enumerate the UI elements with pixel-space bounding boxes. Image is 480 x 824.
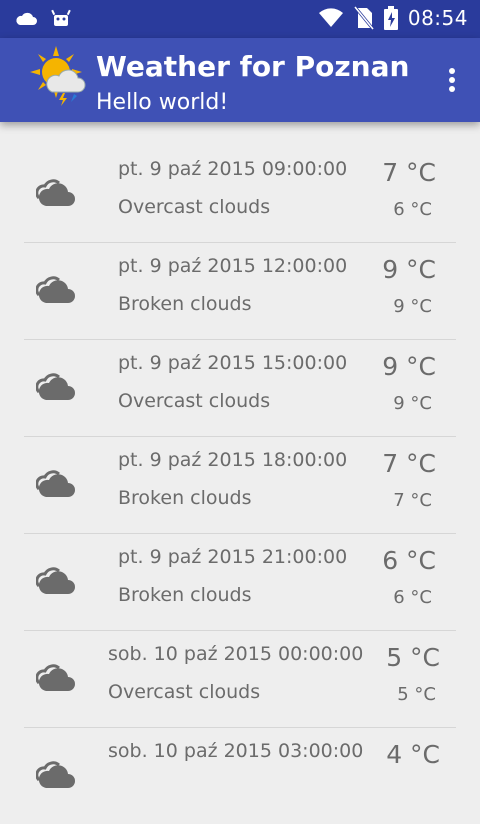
app-bar: Weather for Poznan Hello world! <box>0 38 480 122</box>
forecast-temp: 7 °C <box>382 449 436 478</box>
forecast-row[interactable]: pt. 9 paź 2015 15:00:00 Overcast clouds … <box>24 340 456 437</box>
forecast-row[interactable]: sob. 10 paź 2015 00:00:00 Overcast cloud… <box>24 631 456 728</box>
forecast-row[interactable]: sob. 10 paź 2015 03:00:00 4 °C <box>24 728 456 824</box>
cloud-icon <box>36 179 75 206</box>
overflow-menu-icon[interactable] <box>448 68 456 94</box>
forecast-date: pt. 9 paź 2015 15:00:00 <box>118 352 348 374</box>
cloud-icon <box>36 664 75 691</box>
android-debug-icon <box>51 9 71 26</box>
forecast-description: Overcast clouds <box>118 390 271 412</box>
forecast-temp: 5 °C <box>386 643 440 672</box>
app-title: Weather for Poznan <box>96 50 410 83</box>
cloud-icon <box>36 276 75 303</box>
cloud-icon <box>36 761 75 788</box>
forecast-row[interactable]: pt. 9 paź 2015 09:00:00 Overcast clouds … <box>24 146 456 243</box>
forecast-temp: 9 °C <box>382 352 436 381</box>
status-time: 08:54 <box>407 6 468 30</box>
forecast-list: pt. 9 paź 2015 09:00:00 Overcast clouds … <box>24 146 456 824</box>
cloud-icon <box>36 567 75 594</box>
weather-cloud-icon <box>16 12 37 25</box>
forecast-temp: 9 °C <box>382 255 436 284</box>
forecast-date: sob. 10 paź 2015 03:00:00 <box>108 740 364 762</box>
forecast-temp-min: 9 °C <box>393 393 432 414</box>
forecast-temp-min: 9 °C <box>393 296 432 317</box>
forecast-date: pt. 9 paź 2015 09:00:00 <box>118 158 348 180</box>
app-subtitle: Hello world! <box>96 90 229 115</box>
cloud-icon <box>36 470 75 497</box>
battery-charging-icon <box>383 6 398 30</box>
forecast-row[interactable]: pt. 9 paź 2015 21:00:00 Broken clouds 6 … <box>24 534 456 631</box>
forecast-temp: 7 °C <box>382 158 436 187</box>
forecast-temp-min: 6 °C <box>393 199 432 220</box>
cloud-icon <box>36 373 75 400</box>
sun-cloud-rain-icon <box>30 46 86 106</box>
forecast-temp: 6 °C <box>382 546 436 575</box>
forecast-temp-min: 6 °C <box>393 587 432 608</box>
forecast-temp: 4 °C <box>386 740 440 769</box>
forecast-temp-min: 7 °C <box>393 490 432 511</box>
forecast-date: pt. 9 paź 2015 18:00:00 <box>118 449 348 471</box>
forecast-row[interactable]: pt. 9 paź 2015 18:00:00 Broken clouds 7 … <box>24 437 456 534</box>
forecast-temp-min: 5 °C <box>397 684 436 705</box>
no-sim-icon <box>353 6 374 30</box>
status-bar: 08:54 <box>0 0 480 38</box>
forecast-date: pt. 9 paź 2015 21:00:00 <box>118 546 348 568</box>
forecast-row[interactable]: pt. 9 paź 2015 12:00:00 Broken clouds 9 … <box>24 243 456 340</box>
forecast-date: sob. 10 paź 2015 00:00:00 <box>108 643 364 665</box>
forecast-description: Broken clouds <box>118 584 252 606</box>
forecast-description: Broken clouds <box>118 293 252 315</box>
forecast-date: pt. 9 paź 2015 12:00:00 <box>118 255 348 277</box>
wifi-icon <box>318 8 343 27</box>
forecast-description: Overcast clouds <box>108 681 261 703</box>
forecast-description: Overcast clouds <box>118 196 271 218</box>
forecast-description: Broken clouds <box>118 487 252 509</box>
